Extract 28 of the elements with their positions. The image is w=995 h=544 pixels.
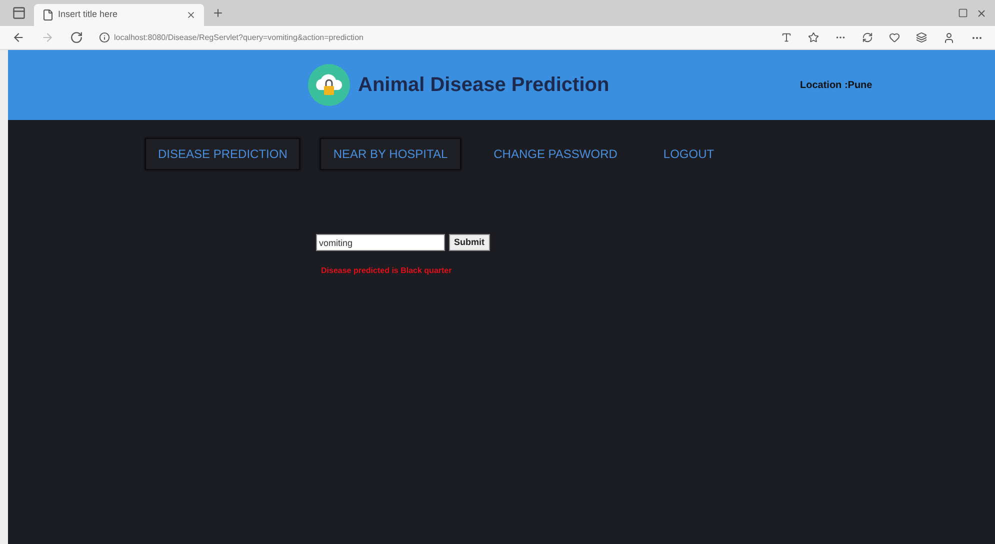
symptom-field[interactable]: vomiting (316, 234, 445, 251)
info-icon[interactable] (99, 32, 110, 43)
nav-link[interactable]: DISEASE PREDICTION (145, 138, 300, 170)
tab-actions-icon[interactable] (12, 6, 26, 20)
read-aloud-icon[interactable] (781, 32, 792, 43)
favorite-icon[interactable] (808, 32, 819, 43)
page-icon (42, 9, 54, 21)
location-label: Location :Pune (800, 78, 872, 92)
cloud-lock-icon (308, 64, 350, 106)
close-icon[interactable] (976, 8, 987, 18)
browser-tab[interactable]: Insert title here (34, 4, 204, 26)
nav-link[interactable]: LOGOUT (650, 138, 728, 170)
close-icon[interactable] (186, 10, 196, 20)
collections-icon[interactable] (916, 32, 927, 43)
result-message: Disease predicted is Black quarter (321, 265, 452, 277)
tab-title: Insert title here (58, 8, 119, 22)
nav-link[interactable]: NEAR BY HOSPITAL (320, 138, 461, 170)
reload-icon[interactable] (70, 31, 83, 44)
back-icon[interactable] (12, 31, 25, 44)
address-bar[interactable]: localhost:8080/Disease/RegServlet?query=vomiting&action=prediction (114, 32, 364, 44)
maximize-icon[interactable] (958, 8, 968, 18)
new-tab-icon[interactable] (212, 7, 224, 19)
app-title: Animal Disease Prediction (358, 73, 610, 98)
refresh-icon[interactable] (862, 32, 873, 43)
submit-button[interactable]: Submit (449, 234, 490, 251)
heart-icon[interactable] (889, 32, 900, 43)
nav-link[interactable]: CHANGE PASSWORD (480, 138, 630, 170)
profile-icon[interactable] (943, 32, 955, 44)
